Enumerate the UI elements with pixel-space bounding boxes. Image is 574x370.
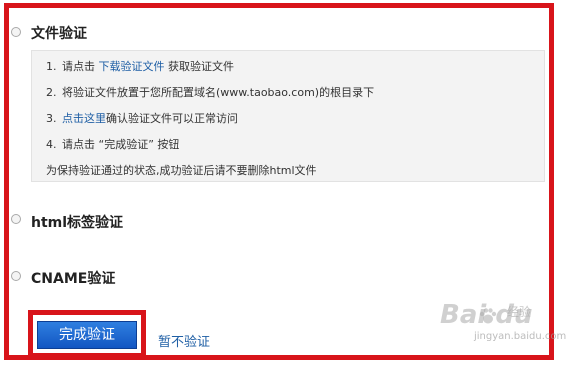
keep-file-note: 为保持验证通过的状态,成功验证后请不要删除html文件 bbox=[46, 164, 317, 177]
step-2: 2. 将验证文件放置于您所配置域名(www.taobao.com)的根目录下 bbox=[46, 84, 374, 100]
step-number: 2. bbox=[46, 86, 57, 99]
download-verify-file-link[interactable]: 下载验证文件 bbox=[99, 60, 165, 73]
step-4: 4. 请点击 “完成验证” 按钮 bbox=[46, 136, 179, 152]
step-number: 1. bbox=[46, 60, 57, 73]
watermark-sub: 经验 bbox=[507, 305, 532, 319]
click-here-link[interactable]: 点击这里 bbox=[62, 112, 106, 125]
step-text: 获取验证文件 bbox=[164, 60, 234, 73]
step-number: 4. bbox=[46, 138, 57, 151]
step-text: 将验证文件放置于您所配置域名(www.taobao.com)的根目录下 bbox=[62, 86, 375, 99]
complete-button-highlight: 完成验证 bbox=[28, 310, 146, 358]
complete-verification-button[interactable]: 完成验证 bbox=[37, 321, 137, 349]
step-3: 3. 点击这里确认验证文件可以正常访问 bbox=[46, 110, 238, 126]
watermark-url: jingyan.baidu.com bbox=[474, 331, 567, 342]
step-text: 请点击 “完成验证” 按钮 bbox=[62, 138, 180, 151]
step-text: 请点击 bbox=[62, 60, 99, 73]
paw-icon bbox=[479, 308, 497, 324]
file-verify-radio[interactable] bbox=[11, 27, 21, 37]
step-number: 3. bbox=[46, 112, 57, 125]
step-text: 确认验证文件可以正常访问 bbox=[106, 112, 238, 125]
html-tag-verify-label: html标签验证 bbox=[31, 215, 124, 231]
step-1: 1. 请点击 下载验证文件 获取验证文件 bbox=[46, 58, 234, 74]
steps-panel: 1. 请点击 下载验证文件 获取验证文件 2. 将验证文件放置于您所配置域名(www… bbox=[31, 50, 545, 182]
file-verify-label: 文件验证 bbox=[31, 26, 87, 42]
cname-verify-label: CNAME验证 bbox=[31, 271, 116, 287]
html-tag-verify-radio[interactable] bbox=[11, 214, 21, 224]
cname-verify-radio[interactable] bbox=[11, 271, 21, 281]
skip-verification-link[interactable]: 暂不验证 bbox=[158, 331, 210, 350]
